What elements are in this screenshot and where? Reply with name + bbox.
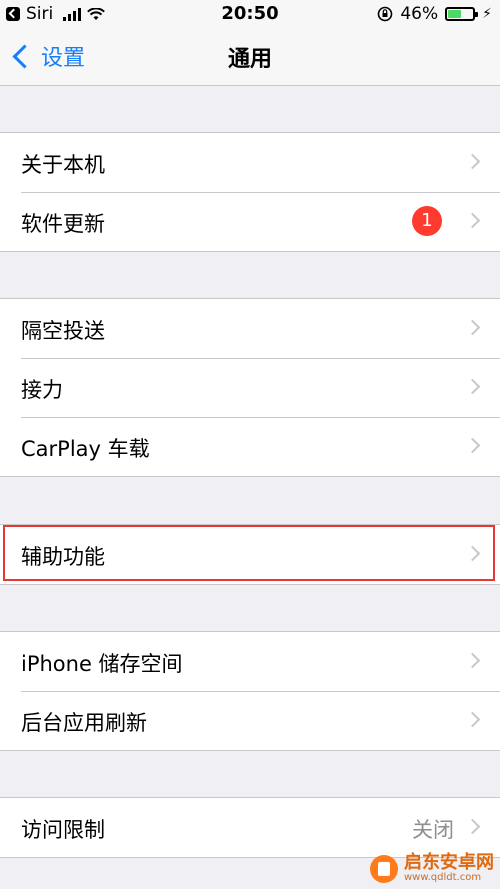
list-item-carplay[interactable]: CarPlay 车载 — [0, 417, 500, 476]
list-item-label: 访问限制 — [21, 818, 105, 842]
list-item-about[interactable]: 关于本机 — [0, 133, 500, 192]
chevron-right-icon — [464, 153, 481, 170]
battery-icon — [445, 7, 479, 21]
list-item-label: CarPlay 车载 — [21, 437, 150, 461]
status-bar: Siri 20:50 46% ⚡ — [0, 0, 500, 28]
list-item-label: 关于本机 — [21, 153, 105, 177]
status-right: 46% ⚡ — [377, 4, 492, 24]
list-item-airdrop[interactable]: 隔空投送 — [0, 299, 500, 358]
charging-bolt-icon: ⚡ — [482, 6, 492, 22]
list-item-restrictions[interactable]: 访问限制 关闭 — [0, 798, 500, 857]
chevron-right-icon — [464, 545, 481, 562]
list-item-label: 软件更新 — [21, 212, 105, 236]
settings-group-storage: iPhone 储存空间 后台应用刷新 — [0, 631, 500, 751]
chevron-right-icon — [464, 319, 481, 336]
settings-group-about: 关于本机 软件更新 1 — [0, 132, 500, 252]
site-watermark: 启东安卓网 www.qdldt.com — [370, 854, 494, 883]
list-item-software-update[interactable]: 软件更新 1 — [0, 192, 500, 251]
settings-group-accessibility: 辅助功能 — [0, 524, 500, 585]
chevron-right-icon — [464, 652, 481, 669]
settings-group-continuity: 隔空投送 接力 CarPlay 车载 — [0, 298, 500, 477]
list-item-label: 后台应用刷新 — [21, 711, 147, 735]
restrictions-status-value: 关闭 — [412, 818, 454, 842]
watermark-url: www.qdldt.com — [404, 872, 482, 883]
list-item-iphone-storage[interactable]: iPhone 储存空间 — [0, 632, 500, 691]
watermark-name: 启东安卓网 — [404, 852, 494, 873]
chevron-right-icon — [464, 378, 481, 395]
list-item-label: 接力 — [21, 378, 63, 402]
chevron-right-icon — [464, 711, 481, 728]
update-count-badge: 1 — [412, 206, 442, 236]
list-item-handoff[interactable]: 接力 — [0, 358, 500, 417]
list-item-label: iPhone 储存空间 — [21, 652, 183, 676]
list-item-background-refresh[interactable]: 后台应用刷新 — [0, 691, 500, 750]
chevron-right-icon — [464, 818, 481, 835]
list-item-label: 隔空投送 — [21, 319, 105, 343]
orientation-lock-icon — [378, 6, 393, 22]
battery-percent: 46% — [400, 4, 439, 24]
page-title: 通用 — [227, 47, 272, 72]
settings-group-restrictions: 访问限制 关闭 — [0, 797, 500, 858]
watermark-logo-icon — [370, 854, 398, 883]
navigation-bar: 设置 通用 — [0, 28, 500, 86]
list-item-label: 辅助功能 — [21, 545, 105, 569]
list-item-accessibility[interactable]: 辅助功能 — [0, 525, 500, 584]
chevron-right-icon — [464, 212, 481, 229]
chevron-right-icon — [464, 437, 481, 454]
